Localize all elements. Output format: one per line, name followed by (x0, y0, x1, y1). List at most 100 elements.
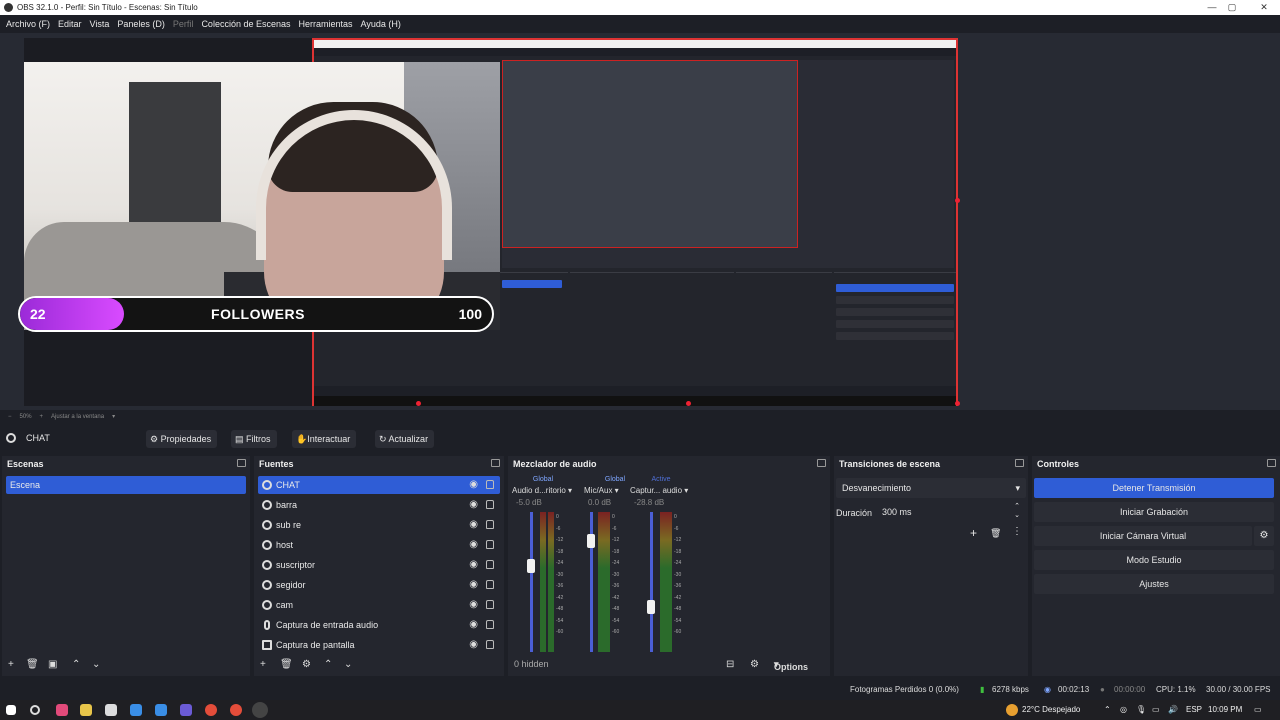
chevron-up-icon[interactable]: ⌃ (72, 659, 80, 670)
discord-icon[interactable] (180, 704, 192, 716)
followers-goal-bar[interactable]: 22 FOLLOWERS 100 (18, 296, 494, 332)
lock-icon[interactable] (486, 520, 494, 529)
trash-icon[interactable]: 🗑 (26, 659, 39, 670)
volume-fader[interactable] (530, 512, 533, 652)
eye-icon[interactable]: ◉ (469, 640, 478, 650)
eye-icon[interactable]: ◉ (469, 540, 478, 550)
resize-handle[interactable] (686, 401, 691, 406)
properties-button[interactable]: ⚙ Propiedades (146, 430, 218, 448)
edge-icon[interactable] (130, 704, 142, 716)
start-virtual-camera-button[interactable]: Iniciar Cámara Virtual (1034, 526, 1252, 546)
menu-tools[interactable]: Herramientas (299, 19, 353, 29)
gear-icon[interactable]: ⚙ (302, 659, 311, 670)
layout-icon[interactable]: ⊟ (726, 659, 734, 670)
menu-view[interactable]: Vista (90, 19, 110, 29)
lock-icon[interactable] (486, 640, 494, 649)
dock-float-icon[interactable] (1015, 459, 1024, 467)
chevron-up-icon[interactable]: ⌃ (324, 659, 332, 670)
close-icon[interactable]: ✕ (1248, 0, 1280, 15)
menu-help[interactable]: Ayuda (H) (361, 19, 401, 29)
fit-window-select[interactable]: Ajustar a la ventana (51, 414, 104, 420)
source-item[interactable]: CHAT ◉ (258, 476, 500, 494)
zoom-out-icon[interactable]: − (8, 414, 12, 420)
filter-icon[interactable]: ▣ (48, 659, 57, 670)
add-icon[interactable]: + (970, 526, 977, 540)
source-item[interactable]: suscriptor ◉ (258, 556, 500, 574)
start-recording-button[interactable]: Iniciar Grabación (1034, 502, 1274, 522)
volume-knob[interactable] (647, 600, 655, 614)
dock-float-icon[interactable] (817, 459, 826, 467)
trash-icon[interactable]: 🗑 (280, 659, 293, 670)
eye-icon[interactable]: ◉ (469, 620, 478, 630)
eye-icon[interactable]: ◉ (469, 600, 478, 610)
zoom-level[interactable]: 50% (20, 414, 32, 420)
studio-mode-button[interactable]: Modo Estudio (1034, 550, 1274, 570)
add-icon[interactable]: + (260, 659, 266, 670)
chevron-down-icon[interactable]: ⌄ (344, 659, 352, 670)
duration-spinbox[interactable]: 300 ms ⌃ ⌄ (876, 502, 1026, 522)
refresh-button[interactable]: ↻ Actualizar (375, 430, 435, 448)
interact-button[interactable]: ✋Interactuar (292, 430, 357, 448)
network-icon[interactable]: ▭ (1152, 705, 1160, 714)
menu-docks[interactable]: Paneles (D) (117, 19, 165, 29)
filters-button[interactable]: ▤ Filtros (231, 430, 277, 448)
clock[interactable]: 10:09 PM (1208, 705, 1242, 714)
zoom-in-icon[interactable]: + (40, 414, 44, 420)
chrome-icon[interactable] (230, 704, 242, 716)
windows-start-icon[interactable] (6, 705, 16, 715)
resize-handle[interactable] (416, 401, 421, 406)
notification-icon[interactable]: ▭ (1254, 705, 1262, 714)
eye-icon[interactable]: ◉ (469, 560, 478, 570)
source-item[interactable]: cam ◉ (258, 596, 500, 614)
tray-icon[interactable]: ◎ (1120, 705, 1127, 714)
volume-fader[interactable] (650, 512, 653, 652)
dock-float-icon[interactable] (1267, 459, 1276, 467)
lock-icon[interactable] (486, 620, 494, 629)
stop-streaming-button[interactable]: Detener Transmisión (1034, 478, 1274, 498)
source-item[interactable]: Captura de pantalla ◉ (258, 636, 500, 654)
source-item[interactable]: sub re ◉ (258, 516, 500, 534)
eye-icon[interactable]: ◉ (469, 500, 478, 510)
eye-icon[interactable]: ◉ (469, 520, 478, 530)
search-icon[interactable] (30, 705, 40, 715)
menu-edit[interactable]: Editar (58, 19, 82, 29)
lock-icon[interactable] (486, 560, 494, 569)
volume-knob[interactable] (587, 534, 595, 548)
language[interactable]: ESP (1186, 705, 1202, 714)
folder-icon[interactable] (80, 704, 92, 716)
dock-float-icon[interactable] (491, 459, 500, 467)
source-item[interactable]: segidor ◉ (258, 576, 500, 594)
resize-handle[interactable] (955, 198, 960, 203)
app-icon[interactable] (155, 704, 167, 716)
chevron-down-icon[interactable]: ▾ (112, 413, 115, 420)
scene-item[interactable]: Escena (6, 476, 246, 494)
volume-fader[interactable] (590, 512, 593, 652)
volume-icon[interactable]: 🔊 (1168, 705, 1178, 714)
eye-icon[interactable]: ◉ (469, 480, 478, 490)
weather-text[interactable]: 22°C Despejado (1022, 705, 1080, 714)
chrome-icon[interactable] (205, 704, 217, 716)
webcam-source[interactable] (24, 62, 500, 330)
lock-icon[interactable] (486, 500, 494, 509)
eye-icon[interactable]: ◉ (469, 580, 478, 590)
store-icon[interactable] (105, 704, 117, 716)
resize-handle[interactable] (955, 401, 960, 406)
more-icon[interactable]: ⋮ (1012, 526, 1022, 537)
add-icon[interactable]: + (8, 659, 14, 670)
source-item[interactable]: Captura de entrada audio ◉ (258, 616, 500, 634)
source-item[interactable]: host ◉ (258, 536, 500, 554)
volume-knob[interactable] (527, 559, 535, 573)
lock-icon[interactable] (486, 540, 494, 549)
menu-file[interactable]: Archivo (F) (6, 19, 50, 29)
microphone-icon[interactable]: 🎙 (1136, 705, 1146, 714)
settings-button[interactable]: Ajustes (1034, 574, 1274, 594)
transition-select[interactable]: Desvanecimiento ▾ (836, 478, 1026, 498)
options-button[interactable]: Options ▾ (774, 659, 808, 672)
dock-float-icon[interactable] (237, 459, 246, 467)
hidden-count[interactable]: 0 hidden (514, 659, 549, 669)
lock-icon[interactable] (486, 580, 494, 589)
spin-arrows-icon[interactable]: ⌃ ⌄ (1014, 502, 1020, 520)
chevron-down-icon[interactable]: ⌄ (92, 659, 100, 670)
obs-taskbar-icon[interactable] (252, 702, 268, 718)
channel-device[interactable]: Audio d...ritorio ▾ (512, 486, 578, 495)
